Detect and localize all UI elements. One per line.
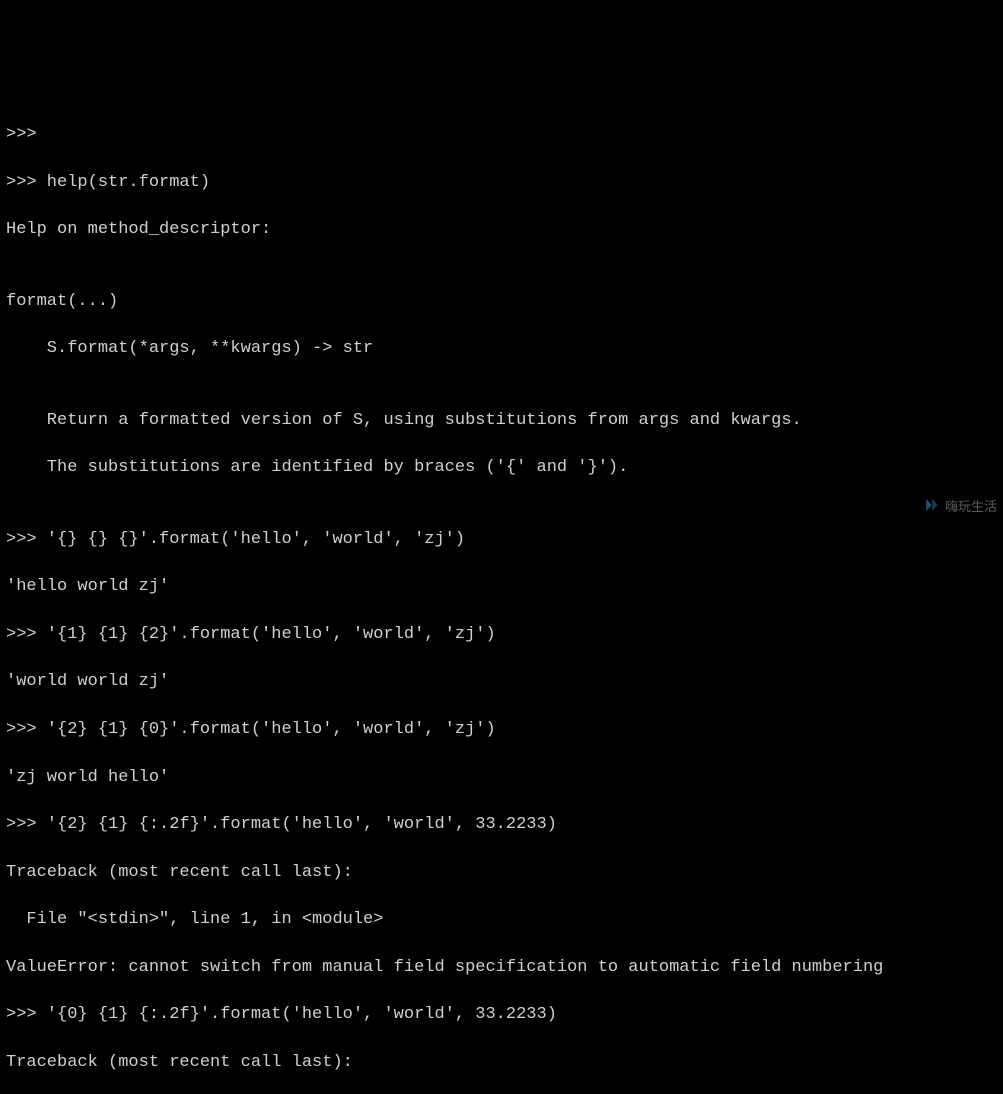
terminal-line: >>> help(str.format) bbox=[6, 171, 997, 195]
terminal-line: Return a formatted version of S, using s… bbox=[6, 409, 997, 433]
terminal-line: Traceback (most recent call last): bbox=[6, 1051, 997, 1075]
terminal-line: >>> bbox=[6, 123, 997, 147]
watermark-label: 嗨玩生活 bbox=[945, 498, 997, 516]
terminal-line: >>> '{2} {1} {:.2f}'.format('hello', 'wo… bbox=[6, 813, 997, 837]
play-icon bbox=[910, 477, 942, 537]
terminal-line: >>> '{0} {1} {:.2f}'.format('hello', 'wo… bbox=[6, 1003, 997, 1027]
terminal-line: File "<stdin>", line 1, in <module> bbox=[6, 908, 997, 932]
terminal-line: 'hello world zj' bbox=[6, 575, 997, 599]
terminal-line: S.format(*args, **kwargs) -> str bbox=[6, 337, 997, 361]
terminal-line: >>> '{} {} {}'.format('hello', 'world', … bbox=[6, 528, 997, 552]
terminal-line: 'zj world hello' bbox=[6, 766, 997, 790]
terminal-line: format(...) bbox=[6, 290, 997, 314]
terminal-line: >>> '{2} {1} {0}'.format('hello', 'world… bbox=[6, 718, 997, 742]
terminal-line: 'world world zj' bbox=[6, 670, 997, 694]
watermark: 嗨玩生活 bbox=[910, 477, 997, 537]
terminal-line: ValueError: cannot switch from manual fi… bbox=[6, 956, 997, 980]
terminal-line: Help on method_descriptor: bbox=[6, 218, 997, 242]
terminal-line: The substitutions are identified by brac… bbox=[6, 456, 997, 480]
terminal-line: >>> '{1} {1} {2}'.format('hello', 'world… bbox=[6, 623, 997, 647]
terminal-line: Traceback (most recent call last): bbox=[6, 861, 997, 885]
terminal-output[interactable]: >>> >>> help(str.format) Help on method_… bbox=[6, 99, 997, 1094]
